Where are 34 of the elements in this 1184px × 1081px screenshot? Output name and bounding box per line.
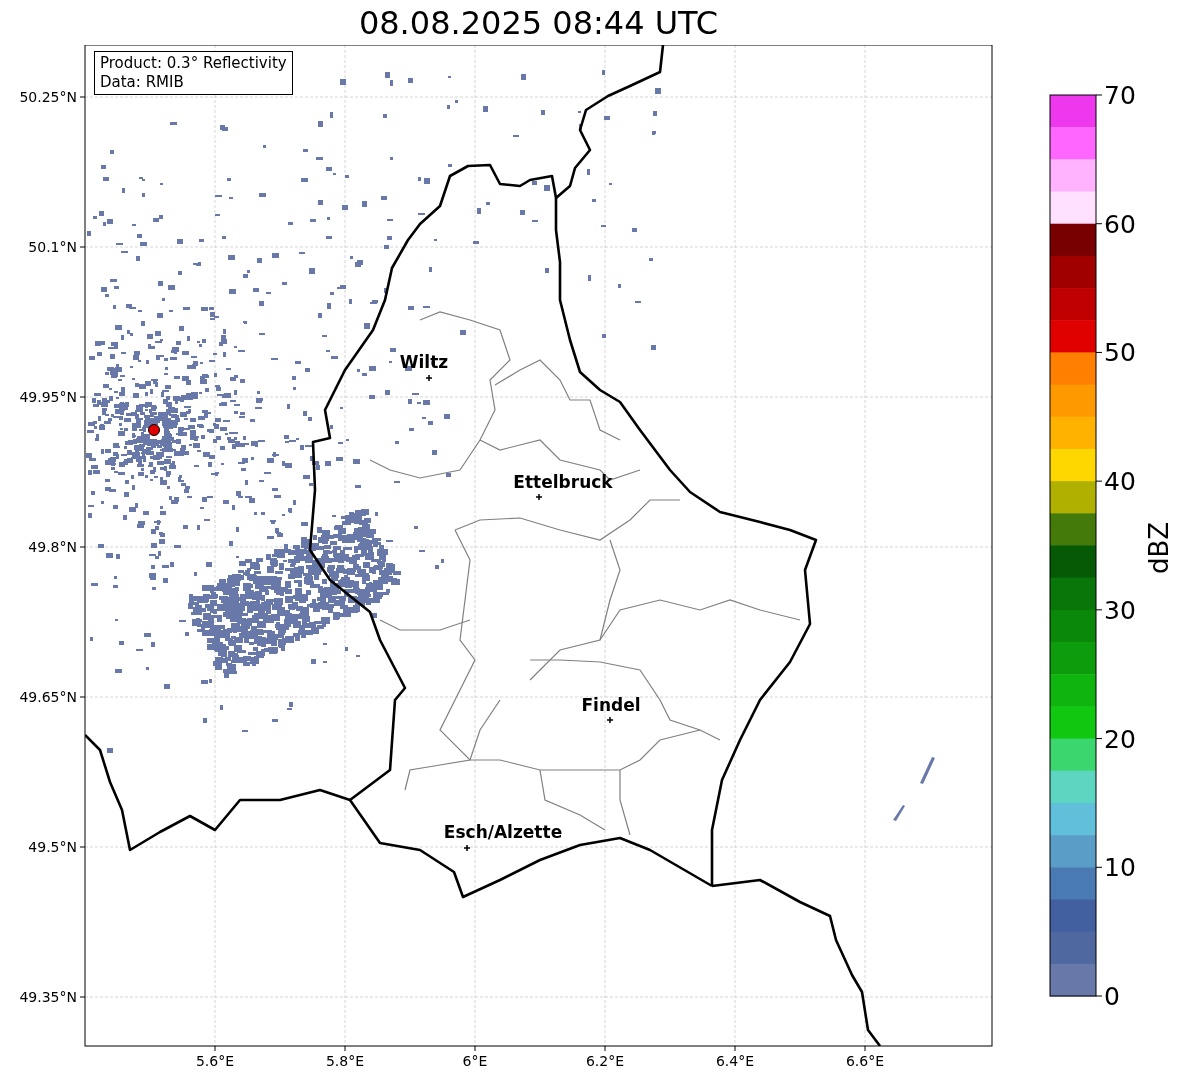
- colorbar-tick-label: 10: [1104, 853, 1136, 883]
- city-marker-icon: [425, 374, 433, 382]
- longitude-label: 6.6°E: [845, 1053, 885, 1069]
- latitude-label: 49.95°N: [19, 389, 77, 405]
- colorbar-tick-label: 0: [1104, 982, 1120, 1011]
- radar-site-marker: [148, 424, 160, 436]
- city-label: Esch/Alzette: [443, 822, 563, 842]
- longitude-label: 5.8°E: [325, 1053, 365, 1069]
- city-label: Findel: [581, 695, 641, 715]
- city-marker-icon: [535, 493, 543, 501]
- colorbar-tick-label: 30: [1104, 595, 1136, 625]
- city-marker-icon: [606, 716, 614, 724]
- longitude-label: 5.6°E: [195, 1053, 235, 1069]
- longitude-label: 6.4°E: [715, 1053, 755, 1069]
- info-text: Product: 0.3° Reflectivity: [100, 54, 287, 73]
- longitude-label: 6°E: [462, 1053, 488, 1069]
- latitude-label: 49.8°N: [28, 539, 77, 555]
- colorbar-axis-label: dBZ: [1144, 521, 1174, 575]
- city-label: Wiltz: [399, 352, 449, 372]
- latitude-label: 49.5°N: [28, 839, 77, 855]
- latitude-label: 50.25°N: [19, 89, 77, 105]
- colorbar-tick-label: 20: [1104, 724, 1136, 754]
- latitude-label: 49.35°N: [19, 989, 77, 1005]
- longitude-label: 6.2°E: [585, 1053, 625, 1069]
- info-text: Data: RMIB: [100, 73, 185, 92]
- latitude-label: 49.65°N: [19, 689, 77, 705]
- city-label: Ettelbruck: [513, 472, 613, 492]
- colorbar-tick-label: 60: [1104, 209, 1136, 239]
- city-marker-icon: [463, 844, 471, 852]
- latitude-label: 50.1°N: [28, 239, 77, 255]
- colorbar-tick-label: 40: [1104, 467, 1136, 497]
- chart-title: 08.08.2025 08:44 UTC: [357, 2, 720, 44]
- colorbar-tick-label: 50: [1104, 338, 1136, 368]
- colorbar-tick-label: 70: [1104, 81, 1136, 110]
